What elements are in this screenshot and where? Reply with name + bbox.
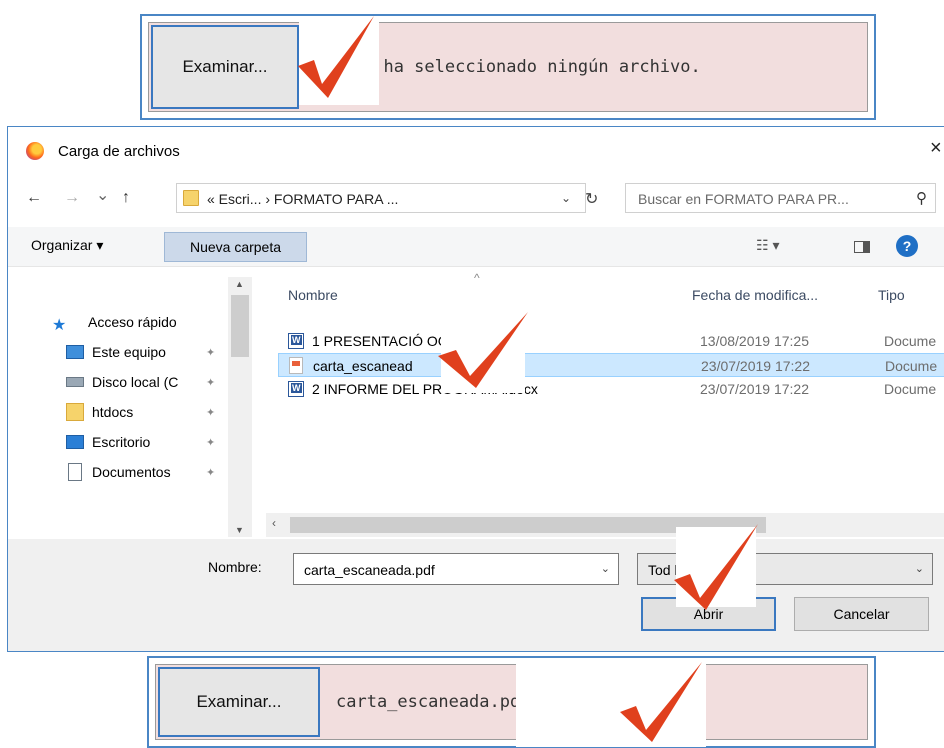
- column-header-name[interactable]: Nombre: [288, 287, 338, 303]
- checkmark-icon: [674, 524, 758, 610]
- filename-value: carta_escaneada.pdf: [304, 562, 435, 578]
- view-options-icon[interactable]: ☷ ▾: [756, 237, 779, 254]
- preview-pane-icon[interactable]: [854, 241, 870, 253]
- firefox-icon: [26, 142, 44, 160]
- word-doc-icon: [288, 381, 304, 397]
- nav-item-label: Este equipo: [92, 344, 166, 360]
- file-list-scrollbar[interactable]: ‹ ›: [266, 513, 944, 537]
- nav-item-label: Disco local (C: [92, 374, 179, 390]
- file-input-before: Examinar... e ha seleccionado ningún arc…: [140, 14, 876, 120]
- file-list: ^ Nombre Fecha de modifica... Tipo 1 PRE…: [258, 269, 944, 539]
- column-header-date[interactable]: Fecha de modifica...: [692, 287, 818, 303]
- dialog-toolbar: Organizar ▾ Nueva carpeta ☷ ▾ ?: [8, 227, 944, 267]
- pin-icon: ✦: [206, 466, 216, 479]
- scroll-thumb[interactable]: [231, 295, 249, 357]
- checkmark-icon: [438, 312, 528, 388]
- up-arrow-icon[interactable]: ↑: [122, 189, 130, 207]
- search-placeholder: Buscar en FORMATO PARA PR...: [638, 191, 849, 207]
- pdf-file-icon: [289, 357, 303, 374]
- column-header-type[interactable]: Tipo: [878, 287, 905, 303]
- nav-item-label: Documentos: [92, 464, 171, 480]
- scroll-left-icon[interactable]: ‹: [272, 516, 276, 530]
- file-status-text: e ha seleccionado ningún archivo.: [363, 57, 701, 77]
- navigation-pane: ★ Acceso rápido Este equipo ✦ Disco loca…: [8, 269, 248, 539]
- nav-item-label: htdocs: [92, 404, 134, 420]
- star-icon: ★: [52, 317, 67, 334]
- file-date: 13/08/2019 17:25: [700, 333, 809, 349]
- pin-icon: ✦: [206, 346, 216, 359]
- file-type: Docume: [885, 358, 938, 374]
- navigation-bar: ← → ⌄ ↑ « Escri... › FORMATO PARA ... ⌄ …: [8, 177, 944, 219]
- chevron-down-icon[interactable]: ⌄: [601, 562, 610, 575]
- address-bar[interactable]: « Escri... › FORMATO PARA ... ⌄ ↻: [176, 183, 598, 213]
- help-icon[interactable]: ?: [896, 235, 918, 257]
- search-icon[interactable]: ⚲: [916, 189, 927, 207]
- chevron-down-icon[interactable]: ⌄: [915, 562, 924, 575]
- file-date: 23/07/2019 17:22: [701, 358, 810, 374]
- file-input-field: Examinar... e ha seleccionado ningún arc…: [148, 21, 868, 112]
- scroll-up-icon[interactable]: ▲: [235, 279, 244, 289]
- checkmark-icon: [620, 662, 702, 742]
- checkmark-icon: [298, 16, 374, 98]
- nav-pane-scrollbar[interactable]: ▲ ▼: [228, 277, 252, 537]
- drive-icon: [66, 377, 84, 387]
- file-row[interactable]: 2 INFORME DEL PROGRAMA.docx 23/07/2019 1…: [278, 377, 944, 401]
- file-name: carta_escanead: [313, 358, 413, 374]
- sort-caret-icon: ^: [474, 271, 480, 285]
- chevron-down-icon[interactable]: ⌄: [561, 191, 571, 205]
- file-row[interactable]: 1 PRESENTACIÓ OGRAMA.docx 13/08/2019 17:…: [278, 329, 944, 353]
- cancel-button[interactable]: Cancelar: [794, 597, 929, 631]
- recent-locations-icon[interactable]: ⌄: [96, 185, 109, 205]
- new-folder-button[interactable]: Nueva carpeta: [164, 232, 307, 262]
- word-doc-icon: [288, 333, 304, 349]
- organize-button[interactable]: Organizar ▾: [31, 237, 103, 254]
- breadcrumb[interactable]: « Escri... › FORMATO PARA ...: [207, 191, 398, 207]
- filename-label: Nombre:: [208, 559, 262, 575]
- forward-arrow-icon[interactable]: →: [64, 189, 80, 207]
- folder-icon: [183, 190, 199, 206]
- refresh-icon[interactable]: ↻: [585, 189, 598, 209]
- nav-item-label: Escritorio: [92, 434, 151, 450]
- pin-icon: ✦: [206, 436, 216, 449]
- nav-item-label: Acceso rápido: [88, 314, 177, 330]
- filename-input[interactable]: carta_escaneada.pdf ⌄: [293, 553, 619, 585]
- file-type: Docume: [884, 381, 937, 397]
- desktop-icon: [66, 435, 84, 449]
- computer-icon: [66, 345, 84, 359]
- dialog-titlebar: Carga de archivos ×: [8, 127, 944, 177]
- back-arrow-icon[interactable]: ←: [26, 189, 42, 207]
- file-date: 23/07/2019 17:22: [700, 381, 809, 397]
- file-input-after: Examinar... carta_escaneada.pdf: [147, 656, 876, 748]
- file-status-text: carta_escaneada.pdf: [336, 692, 531, 712]
- browse-button[interactable]: Examinar...: [151, 25, 299, 109]
- pin-icon: ✦: [206, 376, 216, 389]
- file-row-selected[interactable]: carta_escanead 23/07/2019 17:22 Docume: [278, 353, 944, 377]
- documents-icon: [68, 463, 82, 481]
- dialog-title: Carga de archivos: [58, 143, 180, 160]
- folder-icon: [66, 403, 84, 421]
- pin-icon: ✦: [206, 406, 216, 419]
- dialog-footer: Nombre: carta_escaneada.pdf ⌄ Tod hivos …: [8, 539, 944, 651]
- file-type: Docume: [884, 333, 937, 349]
- close-icon[interactable]: ×: [930, 137, 942, 160]
- scroll-down-icon[interactable]: ▼: [235, 525, 244, 535]
- file-input-field: Examinar... carta_escaneada.pdf: [155, 661, 868, 747]
- browse-button[interactable]: Examinar...: [158, 667, 320, 737]
- search-input[interactable]: Buscar en FORMATO PARA PR... ⚲: [625, 183, 936, 213]
